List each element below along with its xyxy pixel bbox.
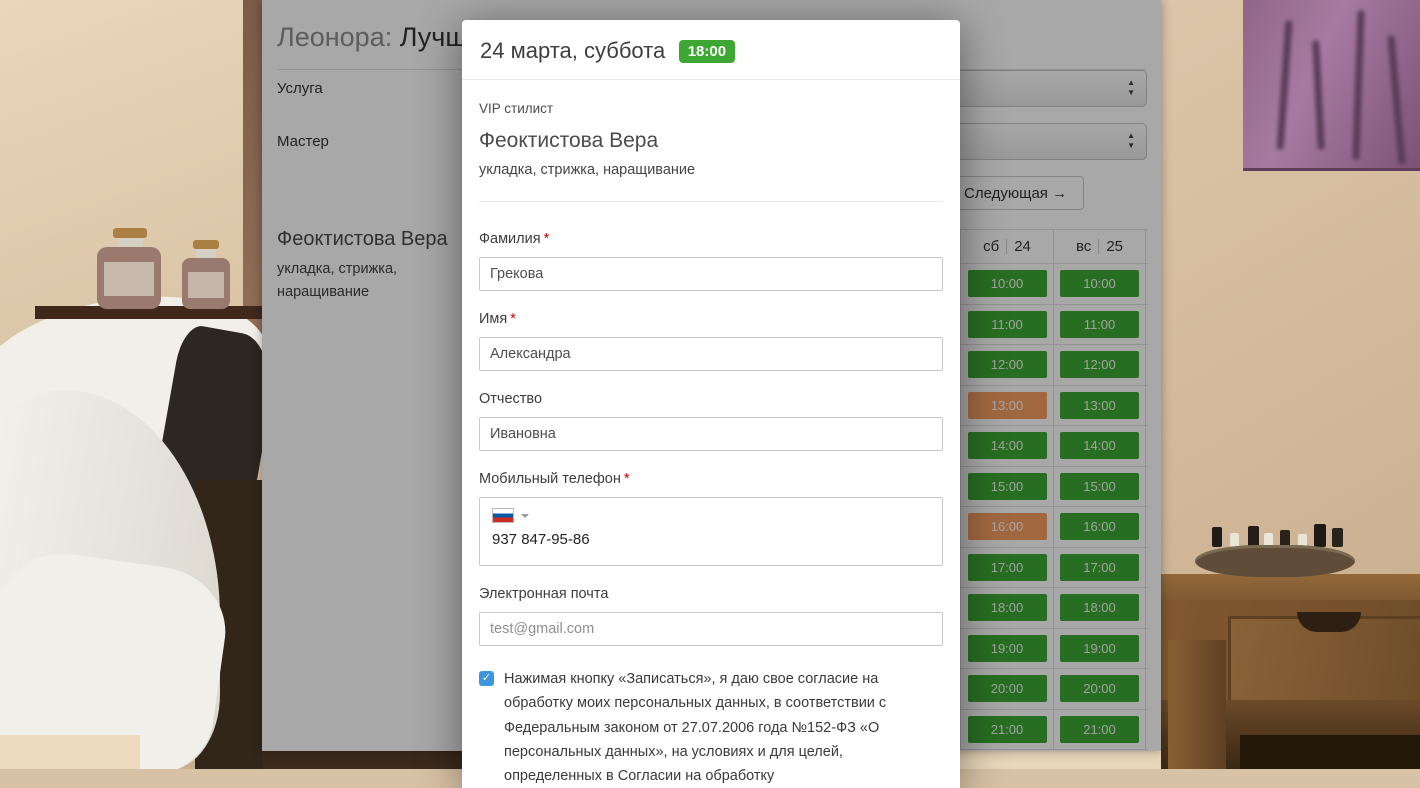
photo-tray: [1195, 545, 1355, 577]
photo-drawer-handle: [1297, 612, 1361, 632]
photo-corner-shadow: [1240, 735, 1420, 769]
booking-modal: 24 марта, суббота 18:00 VIP стилист Феок…: [462, 20, 960, 788]
photo-floor: [0, 735, 140, 769]
modal-master-name: Феоктистова Вера: [479, 129, 943, 153]
consent-text: Нажимая кнопку «Записаться», я даю свое …: [504, 667, 943, 788]
last-name-field[interactable]: [479, 257, 943, 291]
modal-master-services: укладка, стрижка, наращивание: [479, 162, 943, 178]
photo-mini-bottle: [1314, 524, 1326, 547]
chevron-down-icon: [521, 514, 529, 518]
photo-bottle-label: [104, 262, 154, 296]
consent-checkbox[interactable]: ✓: [479, 671, 494, 686]
first-name-label: Имя*: [479, 311, 943, 327]
photo-bottle: [193, 240, 219, 249]
country-selector[interactable]: [492, 508, 532, 523]
required-asterisk: *: [544, 231, 550, 247]
photo-mini-bottle: [1248, 526, 1259, 547]
photo-mini-bottle: [1332, 528, 1343, 547]
middle-name-field[interactable]: [479, 417, 943, 451]
russia-flag-icon: [492, 508, 514, 523]
email-label: Электронная почта: [479, 586, 943, 602]
master-category: VIP стилист: [479, 101, 943, 116]
phone-field[interactable]: 937 847-95-86: [479, 497, 943, 566]
photo-bottle-label: [188, 272, 224, 298]
modal-divider: [479, 201, 943, 202]
photo-lavender-picture: [1243, 0, 1420, 171]
last-name-label: Фамилия*: [479, 231, 943, 247]
required-asterisk: *: [510, 311, 516, 327]
modal-body: VIP стилист Феоктистова Вера укладка, ст…: [462, 101, 960, 788]
modal-header: 24 марта, суббота 18:00: [462, 20, 960, 80]
photo-mini-bottle: [1212, 527, 1222, 547]
required-asterisk: *: [624, 471, 630, 487]
email-field[interactable]: [479, 612, 943, 646]
modal-date-title: 24 марта, суббота: [480, 38, 665, 63]
first-name-field[interactable]: [479, 337, 943, 371]
middle-name-label: Отчество: [479, 391, 943, 407]
phone-label: Мобильный телефон*: [479, 471, 943, 487]
consent-row: ✓ Нажимая кнопку «Записаться», я даю сво…: [479, 667, 943, 788]
photo-table-leg: [1168, 640, 1226, 769]
phone-number-value[interactable]: 937 847-95-86: [492, 531, 930, 548]
photo-bottle: [113, 228, 147, 238]
selected-time-badge: 18:00: [679, 40, 735, 63]
